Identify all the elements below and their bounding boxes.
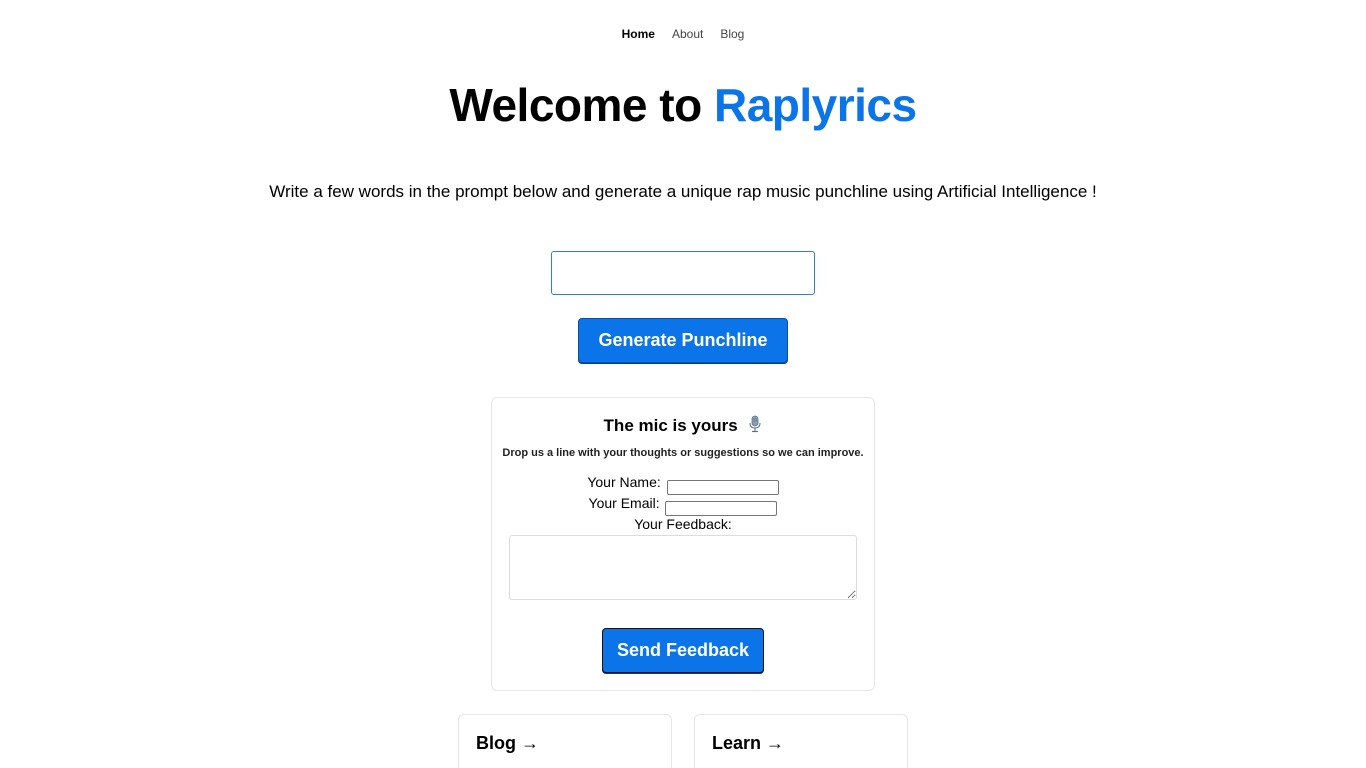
page-title: Welcome to Raplyrics — [0, 78, 1366, 132]
microphone-icon — [749, 415, 761, 433]
email-field[interactable] — [665, 500, 778, 516]
feedback-description: Drop us a line with your thoughts or sug… — [502, 447, 864, 459]
page-subtitle: Write a few words in the prompt below an… — [269, 182, 1097, 201]
name-field[interactable] — [666, 479, 779, 495]
learn-card[interactable]: Learn → — [694, 714, 908, 768]
feedback-label-row: Your Feedback: — [492, 516, 874, 532]
feedback-card: The mic is yours Drop us a line with you… — [491, 397, 875, 691]
nav-blog[interactable]: Blog — [720, 27, 744, 41]
feedback-label: Your Feedback: — [634, 516, 732, 532]
feedback-textarea[interactable] — [509, 535, 857, 600]
email-row: Your Email: — [492, 495, 874, 516]
page: Home About Blog Welcome to Raplyrics Wri… — [0, 0, 1366, 768]
name-label: Your Name: — [587, 474, 661, 490]
blog-card[interactable]: Blog → — [458, 714, 672, 768]
blog-card-title: Blog → — [476, 733, 539, 753]
feedback-title: The mic is yours — [603, 416, 738, 435]
name-row: Your Name: — [492, 474, 874, 495]
send-feedback-button[interactable]: Send Feedback — [602, 628, 764, 673]
email-label: Your Email: — [588, 495, 660, 511]
nav-about[interactable]: About — [672, 27, 703, 41]
prompt-input[interactable] — [551, 251, 815, 295]
nav-home[interactable]: Home — [622, 27, 655, 41]
learn-card-title: Learn → — [712, 733, 785, 753]
feedback-title-row: The mic is yours — [492, 415, 874, 436]
top-nav: Home About Blog — [0, 27, 1366, 41]
brand-name: Raplyrics — [713, 79, 917, 131]
generate-punchline-button[interactable]: Generate Punchline — [578, 318, 788, 363]
title-prefix: Welcome to — [449, 79, 714, 131]
